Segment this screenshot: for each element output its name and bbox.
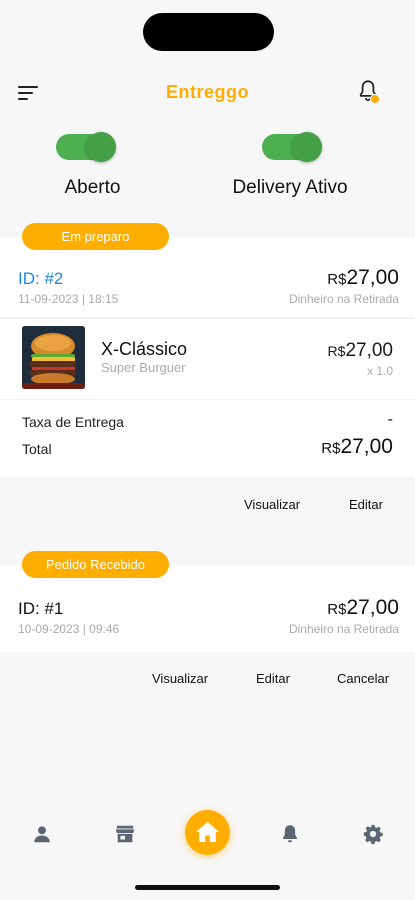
app-header: Entreggo (0, 76, 415, 112)
home-icon (196, 822, 219, 842)
order-card[interactable]: ID: #2 11-09-2023 | 18:15 R$27,00 Dinhei… (0, 237, 415, 477)
edit-order-button[interactable]: Editar (349, 497, 383, 512)
delivery-fee-label: Taxa de Entrega (22, 414, 124, 430)
divider (0, 317, 415, 319)
status-badge: Pedido Recebido (22, 551, 169, 578)
bottom-tab-bar (0, 800, 415, 870)
status-badge: Em preparo (22, 223, 169, 250)
delivery-ativo-label: Delivery Ativo (232, 177, 348, 198)
camera-notch (143, 13, 274, 51)
item-price: R$27,00 (327, 340, 393, 361)
order-card[interactable]: ID: #1 10-09-2023 | 09:46 R$27,00 Dinhei… (0, 565, 415, 652)
bell-icon[interactable] (279, 823, 301, 845)
payment-method: Dinheiro na Retirada (288, 292, 399, 306)
order-price: R$27,00 (327, 596, 399, 619)
payment-method: Dinheiro na Retirada (288, 622, 399, 636)
edit-order-button[interactable]: Editar (256, 671, 290, 686)
delivery-fee-value: - (387, 411, 393, 428)
view-order-button[interactable]: Visualizar (244, 497, 300, 512)
total-value: R$27,00 (321, 435, 393, 458)
divider (0, 399, 415, 400)
order-id[interactable]: ID: #2 (18, 269, 63, 289)
app-title: Entreggo (166, 82, 249, 102)
aberto-toggle[interactable] (56, 132, 116, 162)
home-button[interactable] (185, 810, 230, 855)
order-id[interactable]: ID: #1 (18, 599, 63, 619)
notification-badge (370, 94, 380, 104)
gear-icon[interactable] (362, 823, 384, 845)
item-quantity: x 1.0 (366, 364, 393, 378)
user-icon[interactable] (31, 823, 53, 845)
burger-image (22, 326, 85, 389)
aberto-label: Aberto (64, 177, 121, 198)
total-label: Total (22, 441, 52, 457)
cancel-order-button[interactable]: Cancelar (337, 671, 389, 686)
order-price: R$27,00 (327, 266, 399, 289)
home-indicator (135, 885, 280, 890)
order-datetime: 11-09-2023 | 18:15 (18, 292, 119, 306)
item-store: Super Burguer (101, 360, 186, 375)
order-datetime: 10-09-2023 | 09:46 (18, 622, 120, 636)
notifications-bell-icon[interactable] (355, 78, 385, 108)
store-icon[interactable] (114, 823, 136, 845)
item-name: X-Clássico (101, 339, 188, 359)
view-order-button[interactable]: Visualizar (152, 671, 208, 686)
delivery-ativo-toggle[interactable] (262, 132, 322, 162)
